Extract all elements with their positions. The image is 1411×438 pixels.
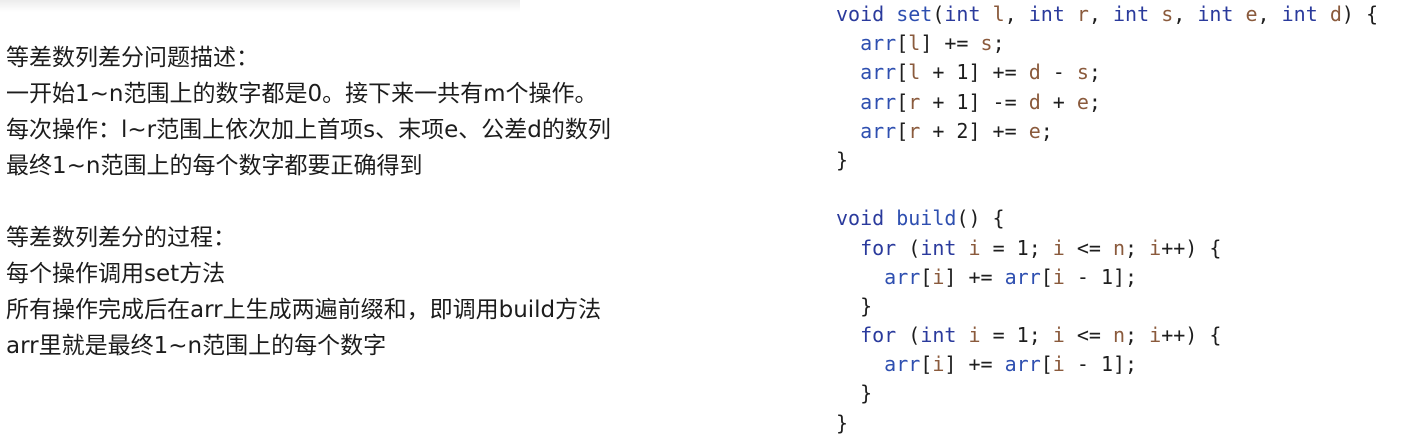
code-line: } [836, 147, 849, 172]
section1-line-2: 每次操作：l~r范围上依次加上首项s、末项e、公差d的数列 [6, 117, 611, 143]
section2-line-1: 每个操作调用set方法 [6, 261, 226, 287]
top-shade [0, 0, 520, 12]
code-line: } [836, 381, 873, 406]
description-panel: 等差数列差分问题描述： 一开始1~n范围上的数字都是0。接下来一共有m个操作。 … [6, 40, 796, 364]
section2-title: 等差数列差分的过程： [6, 225, 236, 251]
code-line: for (int i = 1; i <= n; i++) { [860, 323, 1222, 348]
code-line: arr[l] += s; [860, 31, 1005, 56]
code-line: arr[r + 2] += e; [860, 118, 1053, 143]
code-line: void set(int l, int r, int s, int e, int… [836, 2, 1378, 26]
code-line: void build() { [836, 206, 1005, 231]
code-line: arr[l + 1] += d - s; [860, 60, 1101, 85]
code-line: } [836, 293, 873, 318]
section2-line-2: 所有操作完成后在arr上生成两遍前缀和，即调用build方法 [6, 297, 602, 323]
section1-title: 等差数列差分问题描述： [6, 45, 259, 71]
section1-line-3: 最终1~n范围上的每个数字都要正确得到 [6, 153, 423, 179]
code-block: void set(int l, int r, int s, int e, int… [836, 0, 1406, 438]
section2-line-3: arr里就是最终1~n范围上的每个数字 [6, 333, 387, 359]
code-line: arr[i] += arr[i - 1]; [884, 352, 1138, 377]
code-line: arr[r + 1] -= d + e; [860, 89, 1101, 114]
code-line: for (int i = 1; i <= n; i++) { [860, 235, 1222, 260]
code-line: arr[i] += arr[i - 1]; [884, 264, 1138, 289]
section1-line-1: 一开始1~n范围上的数字都是0。接下来一共有m个操作。 [6, 81, 598, 107]
code-line: } [836, 410, 849, 435]
